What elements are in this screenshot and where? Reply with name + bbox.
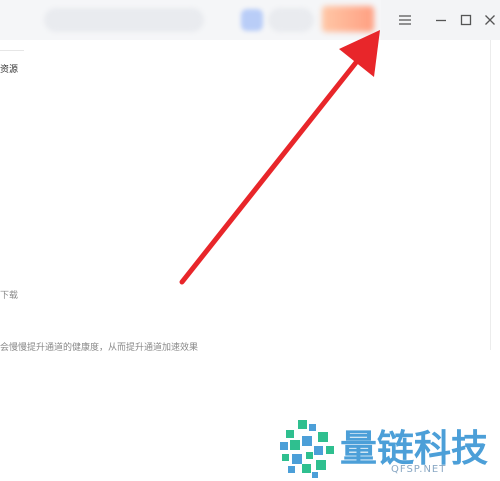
red-arrow-annotation (179, 30, 380, 285)
brand-url: QFSP.NET (391, 464, 447, 475)
watermark-logo: 量链科技 QFSP.NET (278, 418, 500, 481)
brand-logo-icon (280, 420, 334, 478)
arrow-head (339, 30, 380, 77)
